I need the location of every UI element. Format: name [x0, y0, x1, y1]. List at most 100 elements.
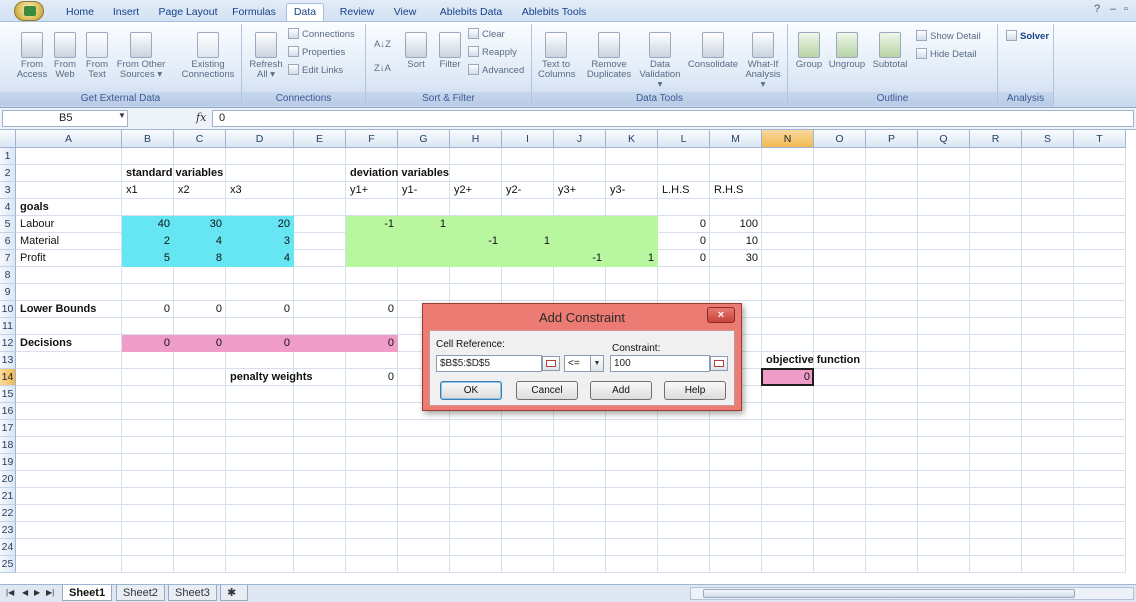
- tab-insert[interactable]: Insert: [106, 4, 146, 22]
- cell-b7[interactable]: 5: [122, 250, 174, 266]
- last-sheet-icon[interactable]: ▶|: [46, 588, 54, 597]
- cell-b5[interactable]: 40: [122, 216, 174, 232]
- cell-i3[interactable]: y2-: [502, 182, 554, 198]
- row-header-5[interactable]: 5: [0, 216, 16, 233]
- cell-c12[interactable]: 0: [174, 335, 226, 351]
- properties-button[interactable]: Properties: [288, 46, 345, 60]
- column-header-j[interactable]: J: [554, 130, 606, 148]
- column-header-o[interactable]: O: [814, 130, 866, 148]
- row-header-7[interactable]: 7: [0, 250, 16, 267]
- column-header-m[interactable]: M: [710, 130, 762, 148]
- cell-g3[interactable]: y1-: [398, 182, 450, 198]
- hide-detail-button[interactable]: Hide Detail: [916, 48, 976, 62]
- edit-links-button[interactable]: Edit Links: [288, 64, 343, 78]
- cell-a6[interactable]: Material: [16, 233, 122, 249]
- row-header-19[interactable]: 19: [0, 454, 16, 471]
- cell-m6[interactable]: 10: [710, 233, 762, 249]
- existing-connections-button[interactable]: Existing Connections: [180, 32, 236, 80]
- cell-a7[interactable]: Profit: [16, 250, 122, 266]
- sort-za-button[interactable]: Z↓A: [374, 62, 391, 76]
- column-header-g[interactable]: G: [398, 130, 450, 148]
- cell-a4[interactable]: goals: [16, 199, 122, 215]
- tab-ablebits-tools[interactable]: Ablebits Tools: [518, 4, 590, 22]
- cell-f14[interactable]: 0: [346, 369, 398, 385]
- cell-c3[interactable]: x2: [174, 182, 226, 198]
- cell-d7[interactable]: 4: [226, 250, 294, 266]
- row-header-17[interactable]: 17: [0, 420, 16, 437]
- add-button[interactable]: Add: [590, 381, 652, 400]
- collapse-dialog-icon[interactable]: [710, 356, 728, 371]
- collapse-dialog-icon[interactable]: [542, 356, 560, 371]
- cell-d14[interactable]: penalty weights: [226, 369, 313, 385]
- close-icon[interactable]: ×: [707, 307, 735, 323]
- tab-data[interactable]: Data: [286, 3, 324, 21]
- advanced-filter-button[interactable]: Advanced: [468, 64, 524, 78]
- cell-h3[interactable]: y2+: [450, 182, 502, 198]
- cell-j7[interactable]: -1: [554, 250, 606, 266]
- row-header-6[interactable]: 6: [0, 233, 16, 250]
- cell-a5[interactable]: Labour: [16, 216, 122, 232]
- cell-a12[interactable]: Decisions: [16, 335, 122, 351]
- cell-reference-input[interactable]: $B$5:$D$5: [436, 355, 542, 372]
- cell-k7[interactable]: 1: [606, 250, 658, 266]
- row-header-16[interactable]: 16: [0, 403, 16, 420]
- cell-l3[interactable]: L.H.S: [658, 182, 710, 198]
- cell-b6[interactable]: 2: [122, 233, 174, 249]
- chevron-down-icon[interactable]: ▼: [590, 356, 603, 371]
- cell-h6[interactable]: -1: [450, 233, 502, 249]
- cell-l5[interactable]: 0: [658, 216, 710, 232]
- from-web-button[interactable]: From Web: [50, 32, 80, 80]
- reapply-button[interactable]: Reapply: [468, 46, 517, 60]
- show-detail-button[interactable]: Show Detail: [916, 30, 981, 44]
- subtotal-button[interactable]: Subtotal: [870, 32, 910, 70]
- column-header-f[interactable]: F: [346, 130, 398, 148]
- tab-ablebits-data[interactable]: Ablebits Data: [436, 4, 506, 22]
- cancel-button[interactable]: Cancel: [516, 381, 578, 400]
- sheet-tab-sheet2[interactable]: Sheet2: [116, 585, 165, 601]
- cell-i6[interactable]: 1: [502, 233, 554, 249]
- cell-j3[interactable]: y3+: [554, 182, 606, 198]
- cell-f10[interactable]: 0: [346, 301, 398, 317]
- row-header-8[interactable]: 8: [0, 267, 16, 284]
- cell-n13[interactable]: objective function: [762, 352, 860, 368]
- row-header-15[interactable]: 15: [0, 386, 16, 403]
- sheet-tab-sheet1[interactable]: Sheet1: [62, 585, 113, 601]
- row-header-1[interactable]: 1: [0, 148, 16, 165]
- cell-f3[interactable]: y1+: [346, 182, 398, 198]
- tab-formulas[interactable]: Formulas: [226, 4, 282, 22]
- tab-review[interactable]: Review: [336, 4, 378, 22]
- tab-view[interactable]: View: [388, 4, 422, 22]
- ok-button[interactable]: OK: [440, 381, 502, 400]
- solver-button[interactable]: Solver: [1006, 30, 1049, 44]
- name-box[interactable]: B5: [2, 110, 128, 127]
- cell-d5[interactable]: 20: [226, 216, 294, 232]
- help-button[interactable]: Help: [664, 381, 726, 400]
- cell-a10[interactable]: Lower Bounds: [16, 301, 122, 317]
- cell-c7[interactable]: 8: [174, 250, 226, 266]
- ungroup-button[interactable]: Ungroup: [826, 32, 868, 70]
- cell-m7[interactable]: 30: [710, 250, 762, 266]
- cell-b10[interactable]: 0: [122, 301, 174, 317]
- next-sheet-icon[interactable]: ▶: [34, 588, 40, 597]
- row-header-21[interactable]: 21: [0, 488, 16, 505]
- row-header-10[interactable]: 10: [0, 301, 16, 318]
- cell-c6[interactable]: 4: [174, 233, 226, 249]
- row-header-2[interactable]: 2: [0, 165, 16, 182]
- column-header-e[interactable]: E: [294, 130, 346, 148]
- column-header-t[interactable]: T: [1074, 130, 1126, 148]
- row-header-24[interactable]: 24: [0, 539, 16, 556]
- cell-d12[interactable]: 0: [226, 335, 294, 351]
- cell-l7[interactable]: 0: [658, 250, 710, 266]
- row-header-13[interactable]: 13: [0, 352, 16, 369]
- cell-b2[interactable]: standard variables: [122, 165, 223, 181]
- prev-sheet-icon[interactable]: ◀: [22, 588, 28, 597]
- row-header-4[interactable]: 4: [0, 199, 16, 216]
- horizontal-scrollbar[interactable]: [690, 587, 1134, 600]
- cell-f5[interactable]: -1: [346, 216, 398, 232]
- row-header-11[interactable]: 11: [0, 318, 16, 335]
- what-if-analysis-button[interactable]: What-If Analysis ▾: [742, 32, 784, 90]
- first-sheet-icon[interactable]: |◀: [6, 588, 14, 597]
- column-header-h[interactable]: H: [450, 130, 502, 148]
- row-header-20[interactable]: 20: [0, 471, 16, 488]
- column-header-b[interactable]: B: [122, 130, 174, 148]
